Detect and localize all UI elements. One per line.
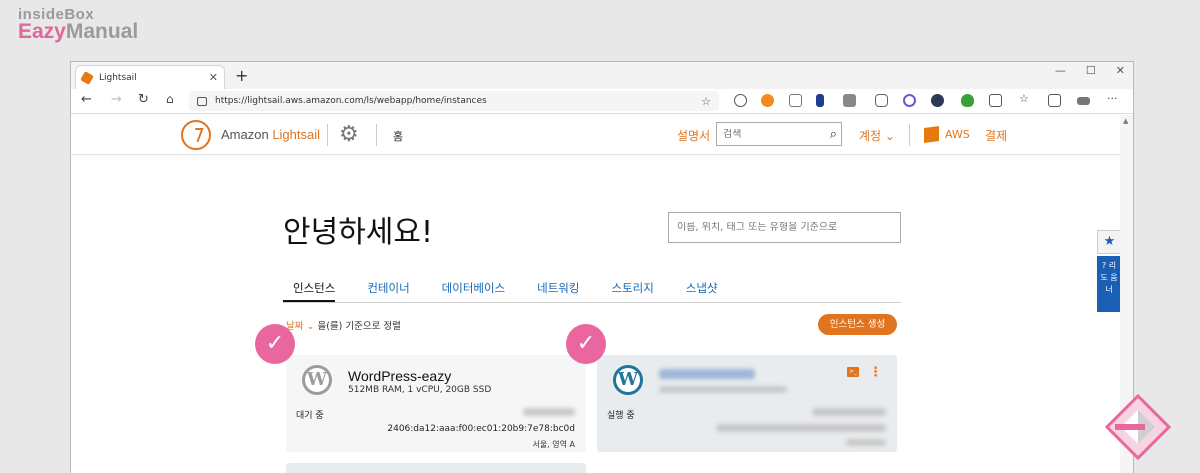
blurred-instance-name (659, 369, 755, 379)
instance-card[interactable] (286, 463, 586, 473)
lightsail-favicon-icon (80, 70, 94, 85)
docs-link[interactable]: 설명서 (677, 127, 710, 144)
lock-icon (197, 96, 207, 106)
wordpress-icon: W (302, 365, 332, 395)
account-menu[interactable]: 계정 ⌄ (859, 127, 895, 144)
page-title: 안녕하세요! (283, 215, 434, 250)
minimize-button[interactable]: — (1055, 64, 1066, 77)
aws-link[interactable]: AWS (945, 128, 970, 141)
maximize-button[interactable]: ☐ (1086, 64, 1096, 77)
navigation-bar: ← → ↻ ⌂ https://lightsail.aws.amazon.com… (71, 89, 1133, 114)
home-link[interactable]: 홈 (393, 128, 403, 144)
check-icon: ✓ (566, 324, 606, 364)
watermark-line2: EazyManual (18, 20, 139, 43)
back-arrow-icon[interactable]: ← (81, 92, 92, 107)
tab-bar: Lightsail ✕ + — ☐ ✕ (71, 62, 1133, 89)
divider (909, 124, 910, 146)
close-window-button[interactable]: ✕ (1116, 64, 1125, 77)
extension-bar-icon[interactable] (816, 94, 824, 107)
more-menu-icon[interactable]: ··· (1107, 92, 1118, 105)
lightsail-header: Amazon Lightsail ⚙ 홈 설명서 ⌕ 계정 ⌄ AWS 결제 (71, 115, 1121, 155)
browser-window: Lightsail ✕ + — ☐ ✕ ← → ↻ ⌂ https://ligh… (70, 61, 1134, 473)
home-icon[interactable]: ⌂ (166, 92, 174, 106)
favorites-icon[interactable]: ☆ (1019, 92, 1029, 105)
tab-databases[interactable]: 데이터베이스 (432, 280, 505, 302)
instance-status: 대기 중 (296, 411, 324, 421)
header-search[interactable]: ⌕ (716, 122, 842, 146)
pocket-icon[interactable] (875, 94, 888, 107)
tab-title: Lightsail (99, 72, 137, 83)
profile-icon[interactable] (1077, 97, 1090, 105)
cloud-sync-icon[interactable] (734, 94, 747, 107)
filter-box[interactable] (668, 212, 901, 243)
reader-icon[interactable] (789, 94, 802, 107)
blurred-instance-spec (659, 386, 787, 393)
more-options-icon[interactable]: ⋮ (869, 365, 882, 380)
instance-status: 실행 중 (607, 411, 635, 421)
wordpress-icon: W (613, 365, 643, 395)
create-instance-button[interactable]: 인스턴스 생성 (818, 314, 897, 335)
search-input[interactable] (723, 128, 813, 140)
terminal-icon[interactable]: >_ (847, 367, 859, 377)
lightsail-page: Amazon Lightsail ⚙ 홈 설명서 ⌕ 계정 ⌄ AWS 결제 ★… (71, 115, 1121, 473)
extension-purple-icon[interactable] (903, 94, 916, 107)
address-bar[interactable]: https://lightsail.aws.amazon.com/ls/weba… (189, 91, 719, 111)
sort-control: 날짜 ⌄ 을(를) 기준으로 정렬 (286, 318, 401, 332)
aws-cube-icon (924, 125, 939, 144)
blurred-zone (846, 439, 886, 446)
instance-spec: 512MB RAM, 1 vCPU, 20GB SSD (348, 385, 492, 395)
instance-ipv6: 2406:da12:aaa:f00:ec01:20b9:7e78:bc0d (387, 424, 575, 434)
instance-card[interactable]: W WordPress-eazy 512MB RAM, 1 vCPU, 20GB… (286, 355, 586, 452)
shield-icon[interactable] (961, 94, 974, 107)
refresh-icon[interactable]: ↻ (138, 92, 149, 107)
check-icon: ✓ (255, 324, 295, 364)
window-controls: — ☐ ✕ (1055, 64, 1125, 77)
browser-tab-lightsail[interactable]: Lightsail ✕ (75, 65, 225, 89)
instance-name[interactable]: WordPress-eazy (348, 368, 451, 384)
lightsail-logo-icon[interactable] (181, 120, 211, 150)
filter-input[interactable] (677, 222, 892, 233)
extension-orange-icon[interactable] (761, 94, 774, 107)
divider (376, 124, 377, 146)
search-icon[interactable]: ⌕ (830, 127, 837, 142)
forward-arrow-icon[interactable]: → (111, 92, 122, 107)
tab-containers[interactable]: 컨테이너 (357, 280, 409, 302)
watermark-logo: insideBox EazyManual (18, 6, 138, 44)
instance-zone: 서울, 영역 A (532, 440, 575, 449)
sort-label: 을(를) 기준으로 정렬 (314, 321, 401, 332)
blurred-ip (523, 408, 575, 416)
url-text: https://lightsail.aws.amazon.com/ls/weba… (215, 96, 487, 106)
tab-storage[interactable]: 스토리지 (601, 280, 653, 302)
extension-gray-icon[interactable] (843, 94, 856, 107)
extension-dark-icon[interactable] (931, 94, 944, 107)
new-tab-button[interactable]: + (235, 66, 248, 85)
brand-badge-icon (1105, 394, 1171, 460)
divider (327, 124, 328, 146)
tab-snapshots[interactable]: 스냅샷 (676, 280, 718, 302)
brand-name[interactable]: Amazon Lightsail (221, 127, 320, 142)
blurred-ip (812, 408, 886, 416)
gear-icon[interactable]: ⚙ (339, 122, 359, 147)
scroll-up-arrow-icon[interactable]: ▲ (1123, 117, 1128, 125)
favorite-star-tab[interactable]: ★ (1097, 230, 1121, 254)
help-side-tab[interactable]: ? 리 도 움 너 (1097, 256, 1121, 312)
tab-networking[interactable]: 네트워킹 (527, 280, 579, 302)
instance-card[interactable]: W >_ ⋮ 실행 중 (597, 355, 897, 452)
extensions-puzzle-icon[interactable] (989, 94, 1002, 107)
blurred-ipv6 (716, 424, 886, 432)
resource-tabs: 인스턴스 컨테이너 데이터베이스 네트워킹 스토리지 스냅샷 (283, 280, 901, 303)
collections-icon[interactable] (1048, 94, 1061, 107)
favorite-star-icon[interactable]: ☆ (701, 95, 711, 108)
tab-instances[interactable]: 인스턴스 (283, 280, 336, 302)
billing-link[interactable]: 결제 (985, 127, 1007, 144)
close-tab-icon[interactable]: ✕ (209, 71, 218, 84)
